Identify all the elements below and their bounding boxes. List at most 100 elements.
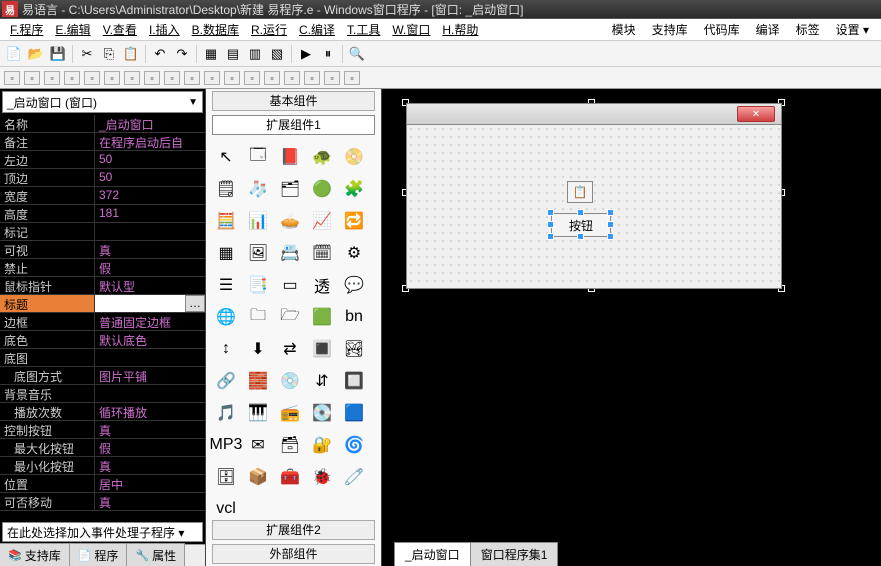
palette-item-46[interactable]: ✉ [244,431,272,459]
prop-row[interactable]: 高度181 [0,205,205,223]
al-6[interactable]: ▫ [104,71,120,85]
palette-item-41[interactable]: 🎹 [244,399,272,427]
prop-value[interactable]: 普通固定边框 [95,313,205,330]
comptab-external[interactable]: 外部组件 [212,544,375,564]
palette-item-53[interactable]: 🐞 [308,463,336,491]
ctl-handle[interactable] [607,209,614,216]
al-7[interactable]: ▫ [124,71,140,85]
palette-item-15[interactable]: ▦ [212,239,240,267]
palette-item-19[interactable]: ⚙ [340,239,368,267]
ctl-handle[interactable] [607,221,614,228]
tb-open[interactable]: 📂 [26,44,46,64]
tb-new[interactable]: 📄 [4,44,24,64]
prop-row[interactable]: 底图方式图片平铺 [0,367,205,385]
tb-panel2[interactable]: ▤ [223,44,243,64]
prop-row[interactable]: 禁止假 [0,259,205,277]
property-grid[interactable]: 名称_启动窗口备注在程序启动后自左边50顶边50宽度372高度181标记可视真禁… [0,115,205,520]
rmenu-support[interactable]: 支持库 [644,19,696,40]
al-13[interactable]: ▫ [244,71,260,85]
palette-item-5[interactable]: 🗒 [212,175,240,203]
tb-pause[interactable]: ⏸ [318,44,338,64]
palette-item-25[interactable]: 🌐 [212,303,240,331]
palette-item-23[interactable]: 透 [308,271,336,299]
prop-value[interactable]: _启动窗口 [95,115,205,132]
prop-row[interactable]: 最大化按钮假 [0,439,205,457]
comptab-ext1[interactable]: 扩展组件1 [212,115,375,135]
palette-item-20[interactable]: ☰ [212,271,240,299]
palette-item-32[interactable]: ⇄ [276,335,304,363]
tb-redo[interactable]: ↷ [172,44,192,64]
tb-cut[interactable]: ✂ [77,44,97,64]
design-component-icon[interactable]: 📋 [567,181,593,203]
prop-row[interactable]: 可视真 [0,241,205,259]
palette-item-27[interactable]: 🗁 [276,303,304,331]
prop-row[interactable]: 左边50 [0,151,205,169]
prop-value[interactable]: 假 [95,259,205,276]
palette-item-44[interactable]: 🟦 [340,399,368,427]
palette-item-12[interactable]: 🥧 [276,207,304,235]
tab-properties[interactable]: 🔧属性 [126,543,185,566]
palette-item-14[interactable]: 🔁 [340,207,368,235]
prop-row[interactable]: 标题… [0,295,205,313]
palette-item-3[interactable]: 🐢 [308,143,336,171]
palette-item-51[interactable]: 📦 [244,463,272,491]
palette-item-36[interactable]: 🧱 [244,367,272,395]
al-4[interactable]: ▫ [64,71,80,85]
prop-ellipsis-button[interactable]: … [185,295,205,312]
ctl-handle[interactable] [547,209,554,216]
al-17[interactable]: ▫ [324,71,340,85]
prop-row[interactable]: 鼠标指针默认型 [0,277,205,295]
palette-item-39[interactable]: 🔲 [340,367,368,395]
al-10[interactable]: ▫ [184,71,200,85]
prop-row[interactable]: 宽度372 [0,187,205,205]
menu-compile[interactable]: C.编译 [293,19,341,40]
ctl-handle[interactable] [607,233,614,240]
palette-item-8[interactable]: 🟢 [308,175,336,203]
palette-item-7[interactable]: 🗂 [276,175,304,203]
prop-row[interactable]: 播放次数循环播放 [0,403,205,421]
prop-row[interactable]: 最小化按钮真 [0,457,205,475]
tab-program[interactable]: 📄程序 [69,543,128,566]
prop-row[interactable]: 可否移动真 [0,493,205,511]
palette-item-29[interactable]: bn [340,303,368,331]
prop-value[interactable] [95,385,205,402]
tb-run[interactable]: ▶ [296,44,316,64]
comptab-ext2[interactable]: 扩展组件2 [212,520,375,540]
palette-item-31[interactable]: ⬇ [244,335,272,363]
palette-item-28[interactable]: 🟩 [308,303,336,331]
palette-item-50[interactable]: 🗄 [212,463,240,491]
prop-row[interactable]: 底图 [0,349,205,367]
menu-run[interactable]: R.运行 [245,19,293,40]
prop-value[interactable]: 50 [95,151,205,168]
prop-value[interactable]: 默认底色 [95,331,205,348]
tb-undo[interactable]: ↶ [150,44,170,64]
palette-item-18[interactable]: 🗓 [308,239,336,267]
prop-value[interactable]: 真 [95,421,205,438]
design-canvas[interactable]: ✕ 📋 按钮 [382,89,881,544]
tb-panel3[interactable]: ▥ [245,44,265,64]
al-12[interactable]: ▫ [224,71,240,85]
al-3[interactable]: ▫ [44,71,60,85]
al-11[interactable]: ▫ [204,71,220,85]
tb-copy[interactable]: ⎘ [99,44,119,64]
form-body[interactable]: 📋 按钮 [406,125,782,289]
palette-item-55[interactable]: vcl [212,495,240,518]
palette-item-30[interactable]: ↕ [212,335,240,363]
tb-find[interactable]: 🔍 [347,44,367,64]
palette-item-40[interactable]: 🎵 [212,399,240,427]
palette-item-10[interactable]: 🧮 [212,207,240,235]
prop-row[interactable]: 位置居中 [0,475,205,493]
tb-paste[interactable]: 📋 [121,44,141,64]
palette-item-2[interactable]: 📕 [276,143,304,171]
object-selector[interactable]: _启动窗口 (窗口) ▼ [2,91,203,113]
form-close-button[interactable]: ✕ [737,106,775,122]
menu-insert[interactable]: I.插入 [143,19,186,40]
palette-item-0[interactable]: ↖ [212,143,240,171]
prop-value[interactable]: 181 [95,205,205,222]
palette-item-26[interactable]: 🗀 [244,303,272,331]
palette-item-34[interactable]: 🏞 [340,335,368,363]
ctl-handle[interactable] [547,221,554,228]
palette-item-33[interactable]: 🔳 [308,335,336,363]
comptab-basic[interactable]: 基本组件 [212,91,375,111]
menu-view[interactable]: V.查看 [97,19,143,40]
